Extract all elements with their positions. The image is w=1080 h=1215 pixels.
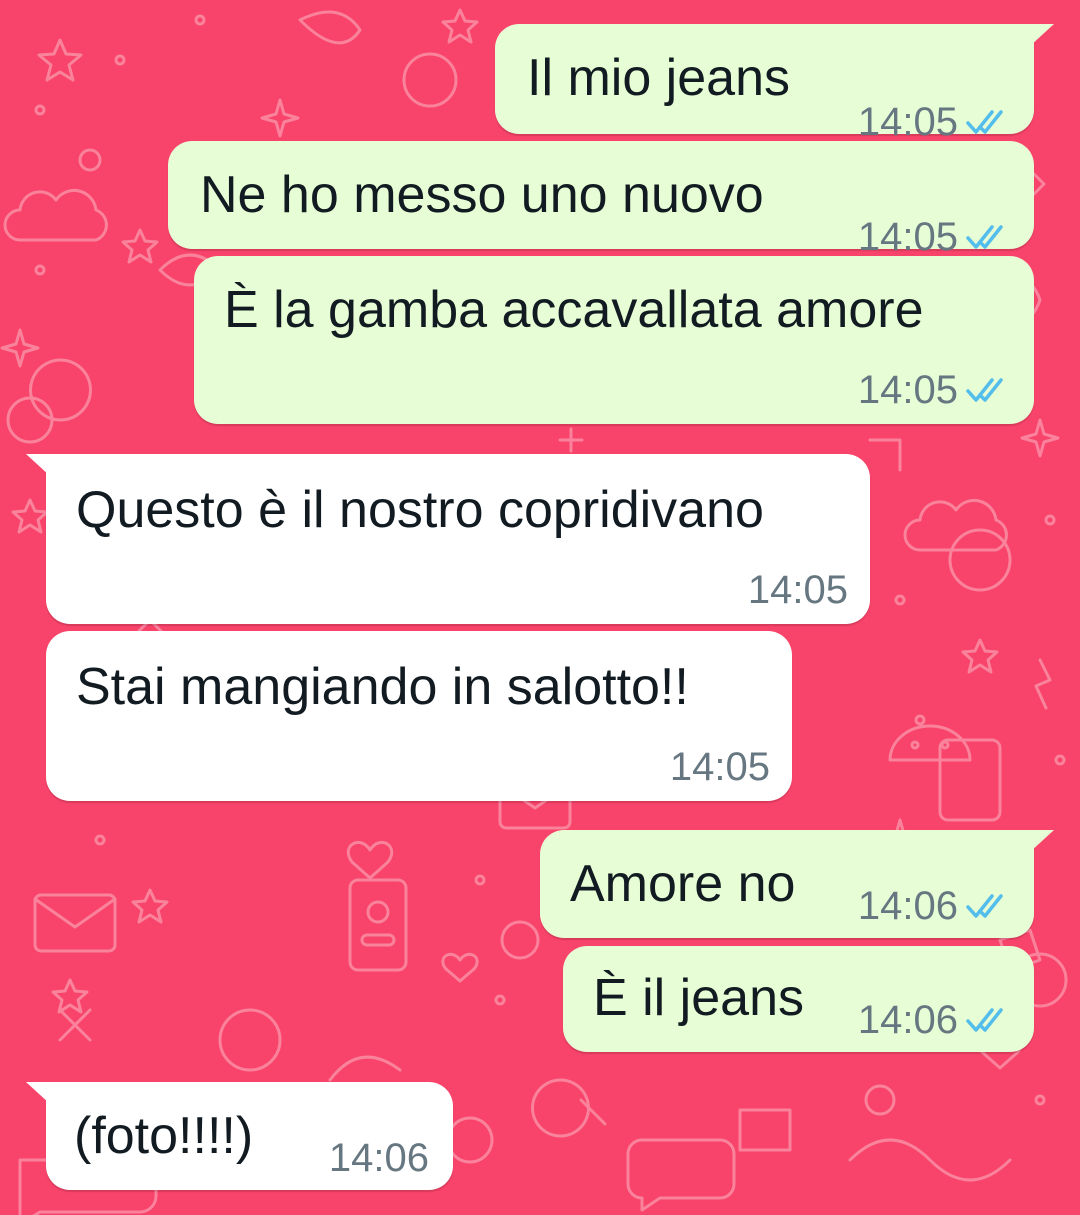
message-bubble-incoming[interactable]: (foto!!!!) 14:06 <box>26 1082 453 1190</box>
message-bubble-outgoing[interactable]: Amore no 14:06 <box>540 830 1054 938</box>
message-time: 14:05 <box>857 368 958 412</box>
double-check-read-icon <box>966 891 1010 921</box>
bubble-tail <box>26 454 50 476</box>
message-time: 14:06 <box>857 998 958 1042</box>
double-check-read-icon <box>966 375 1010 405</box>
message-text: Amore no <box>570 855 796 913</box>
message-bubble-outgoing[interactable]: È la gamba accavallata amore 14:05 <box>194 256 1034 424</box>
message-time: 14:05 <box>747 568 848 612</box>
message-bubble-incoming[interactable]: Stai mangiando in salotto!! 14:05 <box>46 631 792 801</box>
message-meta: 14:05 <box>858 100 1010 144</box>
message-text: Il mio jeans <box>527 49 790 107</box>
message-text: (foto!!!!) <box>74 1107 254 1165</box>
message-meta: 14:05 <box>858 368 1010 412</box>
message-text: È la gamba accavallata amore <box>224 281 924 339</box>
message-meta: 14:05 <box>670 745 770 789</box>
message-time: 14:05 <box>857 215 958 259</box>
double-check-read-icon <box>966 222 1010 252</box>
double-check-read-icon <box>966 107 1010 137</box>
bubble-tail <box>1030 830 1054 852</box>
message-meta: 14:05 <box>858 215 1010 259</box>
message-text: Stai mangiando in salotto!! <box>76 658 689 716</box>
message-time: 14:06 <box>328 1136 429 1180</box>
message-meta: 14:06 <box>329 1136 429 1180</box>
message-time: 14:05 <box>857 100 958 144</box>
message-text: È il jeans <box>593 969 804 1027</box>
bubble-tail <box>1030 24 1054 46</box>
message-meta: 14:05 <box>748 568 848 612</box>
message-meta: 14:06 <box>858 998 1010 1042</box>
message-bubble-outgoing[interactable]: Ne ho messo uno nuovo 14:05 <box>168 141 1034 259</box>
bubble-tail <box>26 1082 50 1104</box>
message-bubble-outgoing[interactable]: Il mio jeans 14:05 <box>495 24 1054 144</box>
message-meta: 14:06 <box>858 884 1010 928</box>
message-time: 14:06 <box>857 884 958 928</box>
message-bubble-outgoing[interactable]: È il jeans 14:06 <box>563 946 1034 1052</box>
message-bubble-incoming[interactable]: Questo è il nostro copridivano 14:05 <box>26 454 870 624</box>
chat-conversation: Il mio jeans 14:05 Ne ho messo uno nuovo… <box>0 0 1080 1215</box>
message-time: 14:05 <box>669 745 770 789</box>
message-text: Questo è il nostro copridivano <box>76 481 764 539</box>
message-text: Ne ho messo uno nuovo <box>200 166 764 224</box>
double-check-read-icon <box>966 1005 1010 1035</box>
